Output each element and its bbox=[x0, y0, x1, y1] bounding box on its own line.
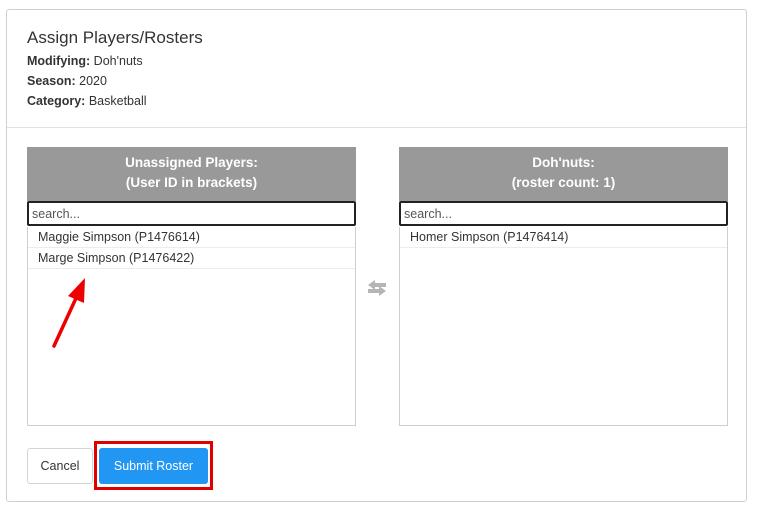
modifying-line: Modifying: Doh'nuts bbox=[27, 54, 143, 68]
roster-search-input[interactable] bbox=[399, 201, 728, 226]
submit-roster-button[interactable]: Submit Roster bbox=[99, 448, 208, 484]
list-item-maggie-simpson[interactable]: Maggie Simpson (P1476614) bbox=[28, 227, 355, 248]
roster-panel: Doh'nuts: (roster count: 1) Homer Simpso… bbox=[399, 147, 728, 427]
list-item-homer-simpson[interactable]: Homer Simpson (P1476414) bbox=[400, 227, 727, 248]
unassigned-panel-header: Unassigned Players: (User ID in brackets… bbox=[27, 147, 356, 201]
season-label: Season: bbox=[27, 74, 76, 88]
season-line: Season: 2020 bbox=[27, 74, 107, 88]
unassigned-panel-subtitle: (User ID in brackets) bbox=[125, 175, 258, 190]
category-line: Category: Basketball bbox=[27, 94, 147, 108]
modifying-value: Doh'nuts bbox=[93, 54, 143, 68]
modal-header: Assign Players/Rosters Modifying: Doh'nu… bbox=[7, 10, 746, 128]
roster-players-list: Homer Simpson (P1476414) bbox=[399, 227, 728, 426]
swap-arrows-icon[interactable] bbox=[366, 280, 388, 296]
roster-panel-header: Doh'nuts: (roster count: 1) bbox=[399, 147, 728, 201]
modifying-label: Modifying: bbox=[27, 54, 91, 68]
season-value: 2020 bbox=[79, 74, 107, 88]
unassigned-panel-title: Unassigned Players: bbox=[125, 155, 258, 170]
page-title: Assign Players/Rosters bbox=[27, 28, 203, 47]
category-label: Category: bbox=[27, 94, 86, 108]
category-value: Basketball bbox=[88, 94, 147, 108]
list-item-marge-simpson[interactable]: Marge Simpson (P1476422) bbox=[28, 248, 355, 269]
roster-panel-title: Doh'nuts: bbox=[532, 155, 595, 170]
roster-panel-subtitle: (roster count: 1) bbox=[511, 175, 616, 190]
unassigned-search-input[interactable] bbox=[27, 201, 356, 226]
assign-rosters-modal: Assign Players/Rosters Modifying: Doh'nu… bbox=[6, 9, 747, 502]
cancel-button[interactable]: Cancel bbox=[27, 448, 93, 484]
red-arrow-annotation bbox=[52, 278, 85, 348]
